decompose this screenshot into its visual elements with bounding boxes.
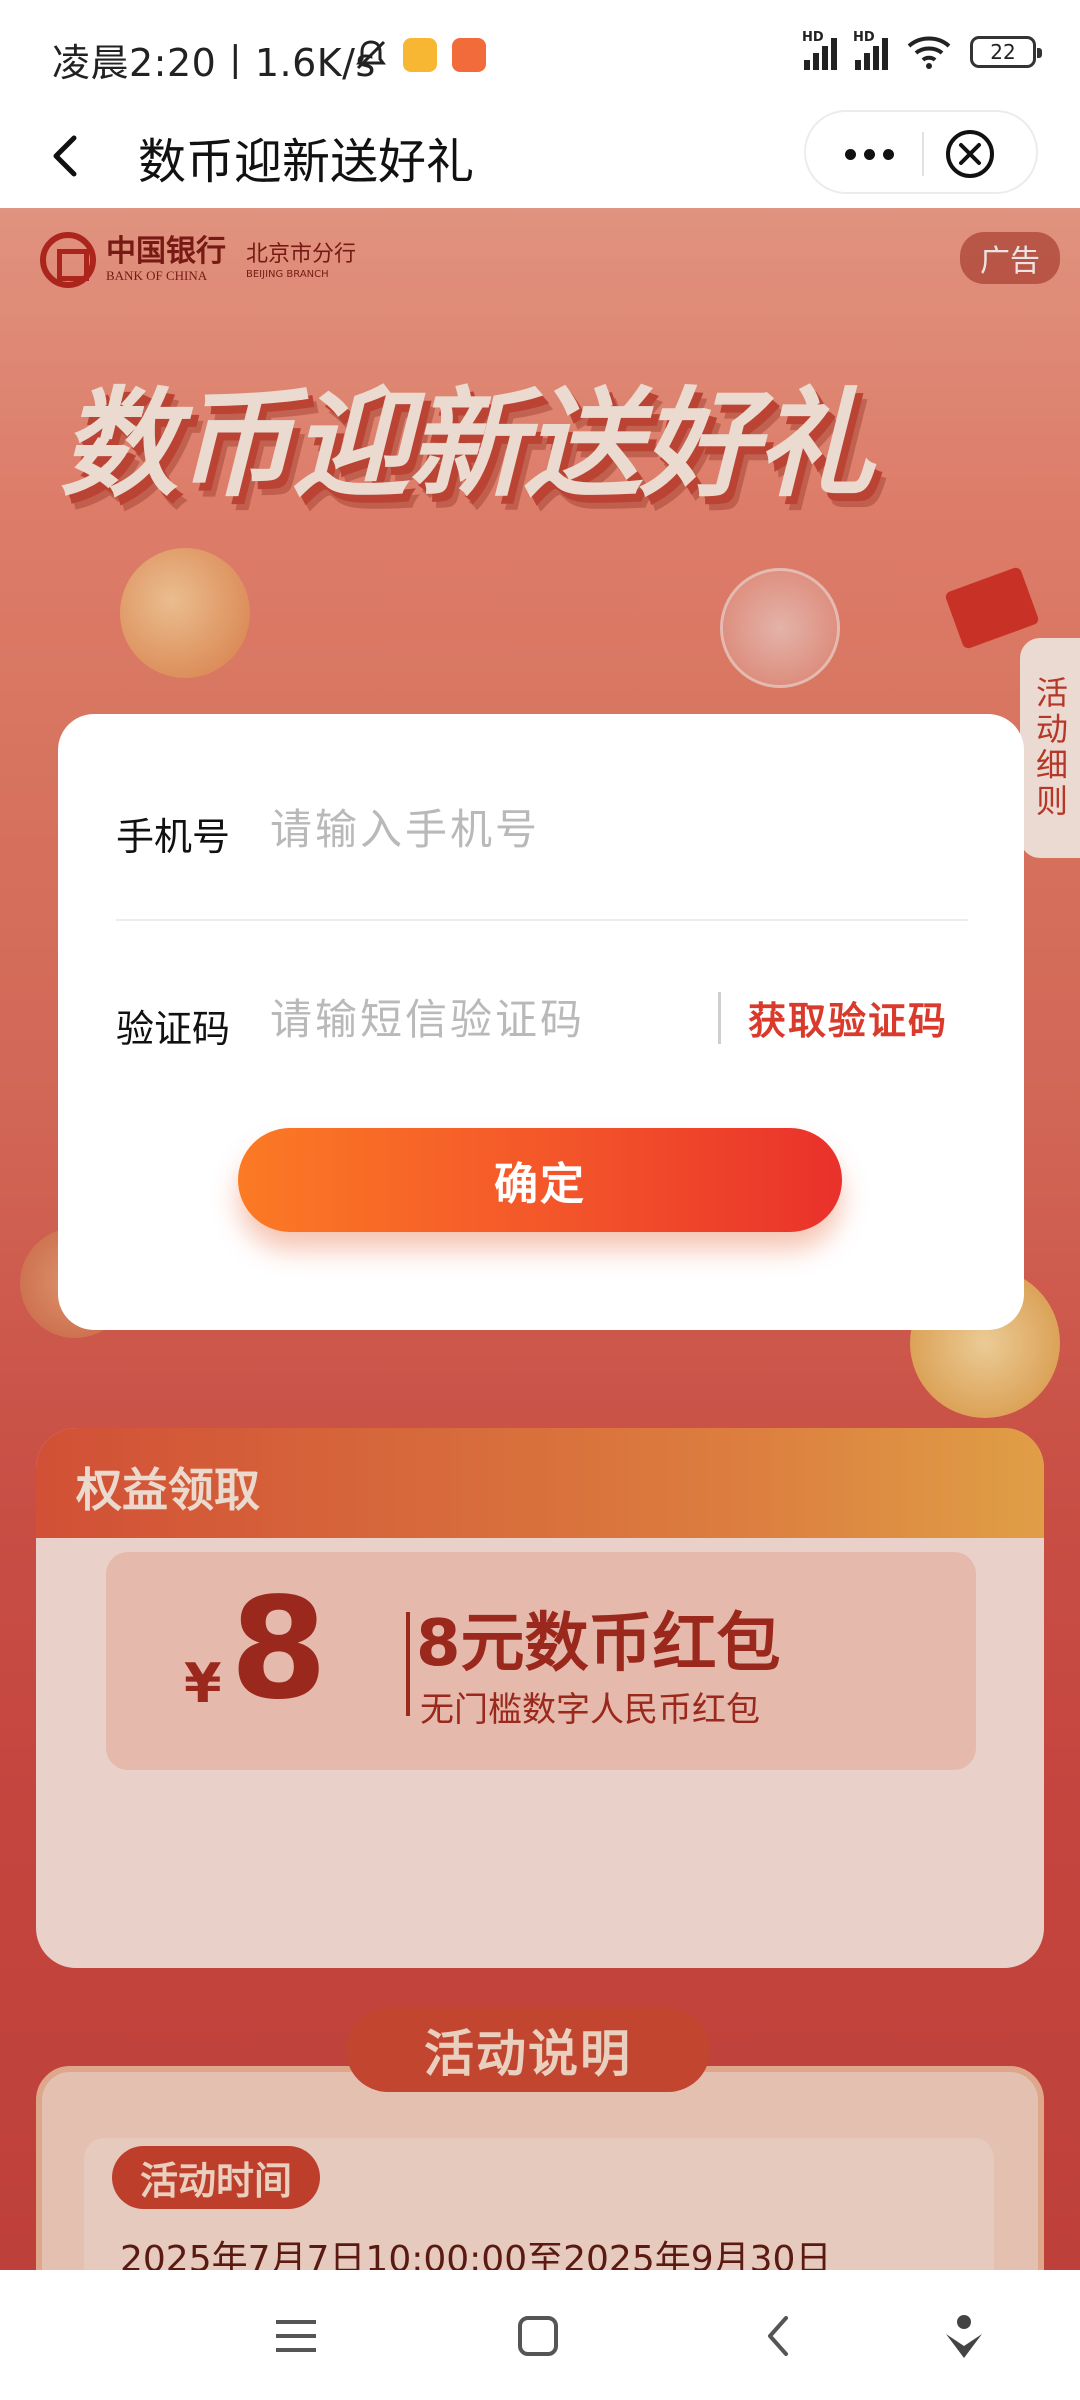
battery-icon: 22 (970, 36, 1042, 68)
video-app-icon (452, 38, 486, 72)
chevron-left-icon (53, 135, 77, 177)
status-bar: 凌晨2:20丨1.6K/s HD HD 22 (0, 0, 1080, 110)
home-button[interactable] (510, 2308, 566, 2364)
page-title: 数币迎新送好礼 (138, 134, 475, 190)
mini-program-capsule (804, 110, 1038, 194)
confirm-button[interactable]: 确定 (238, 1128, 842, 1232)
dot-icon (882, 148, 894, 160)
nav-bar: 数币迎新送好礼 (0, 110, 1080, 208)
close-button[interactable] (942, 126, 998, 182)
menu-button[interactable] (268, 2308, 324, 2364)
form-divider (116, 919, 968, 921)
get-code-button[interactable]: 获取验证码 (748, 990, 948, 1045)
phone-input[interactable] (270, 794, 950, 864)
assistant-icon (946, 2315, 982, 2358)
wifi-icon (907, 36, 951, 69)
status-time: 凌晨2:20丨1.6K/s (52, 41, 376, 85)
back-button[interactable] (36, 126, 96, 186)
signal-sim1-icon: HD (802, 30, 837, 70)
back-nav-button[interactable] (752, 2308, 808, 2364)
dot-icon (844, 148, 856, 160)
code-label: 验证码 (116, 1007, 231, 1051)
assistant-button[interactable] (936, 2308, 992, 2364)
home-square-icon (518, 2316, 558, 2356)
signal-sim2-icon: HD (853, 30, 888, 70)
login-modal: 手机号 验证码 获取验证码 确定 (58, 714, 1024, 1330)
dot-icon (863, 148, 875, 160)
code-input[interactable] (270, 984, 700, 1054)
capsule-divider (922, 132, 924, 176)
status-indicators: HD HD 22 (802, 30, 1042, 70)
notification-bell-muted-icon (352, 36, 390, 74)
more-options-button[interactable] (834, 126, 904, 182)
notes-app-icon (403, 38, 437, 72)
back-triangle-icon (768, 2316, 788, 2356)
code-separator (718, 992, 721, 1044)
phone-label: 手机号 (116, 815, 231, 859)
menu-icon (276, 2320, 316, 2352)
close-circle-icon (946, 130, 994, 178)
system-nav-bar (0, 2270, 1080, 2400)
